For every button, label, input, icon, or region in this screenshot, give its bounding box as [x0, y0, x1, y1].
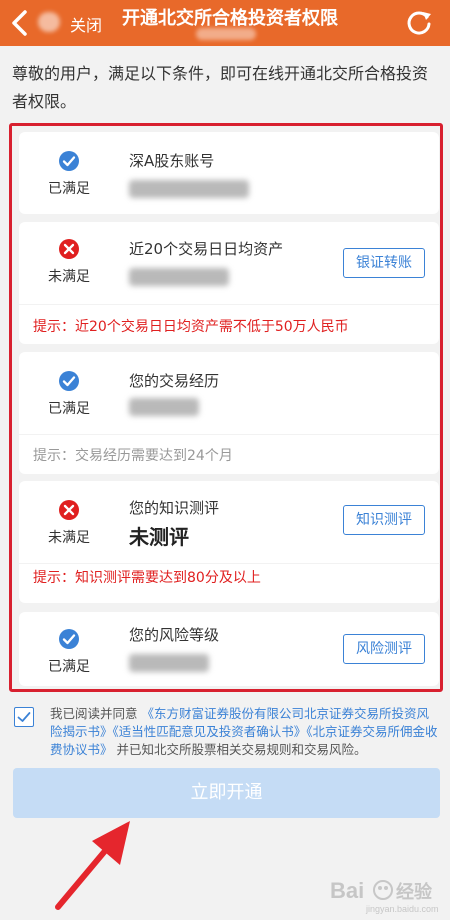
- svg-text:jingyan.baidu.com: jingyan.baidu.com: [365, 904, 439, 914]
- condition-card-assets: 未满足 近20个交易日日均资产 银证转账 提示：近20个交易日日均资产需不低于5…: [19, 222, 439, 344]
- open-now-button[interactable]: 立即开通: [13, 768, 440, 818]
- bank-transfer-button[interactable]: 银证转账: [343, 248, 425, 278]
- cross-circle-icon: [59, 500, 79, 520]
- condition-hint: 提示：近20个交易日日均资产需不低于50万人民币: [33, 319, 349, 335]
- agreement-suffix: 并已知北交所股票相关交易规则和交易风险。: [116, 742, 367, 757]
- app-header: 关闭 开通北交所合格投资者权限: [0, 0, 450, 46]
- svg-text:Bai: Bai: [330, 878, 364, 903]
- blurred-value: [129, 180, 249, 198]
- agreement-checkbox[interactable]: [14, 707, 34, 727]
- condition-title: 您的交易经历: [129, 372, 220, 390]
- refresh-icon[interactable]: [404, 8, 434, 38]
- divider: [19, 304, 439, 305]
- check-circle-icon: [59, 629, 79, 649]
- risk-test-button[interactable]: 风险测评: [343, 634, 425, 664]
- condition-card-knowledge: 未满足 您的知识测评 未测评 知识测评 提示：知识测评需要达到80分及以上: [19, 481, 439, 603]
- blurred-value: [129, 654, 209, 672]
- condition-card-experience: 已满足 您的交易经历 提示：交易经历需要达到24个月: [19, 352, 439, 474]
- condition-title: 您的知识测评: [129, 499, 220, 517]
- status-label: 已满足: [48, 659, 90, 675]
- condition-card-risk: 已满足 您的风险等级 风险测评: [19, 612, 439, 686]
- close-button[interactable]: 关闭: [70, 12, 102, 36]
- condition-hint: 提示：知识测评需要达到80分及以上: [33, 570, 261, 586]
- condition-title: 您的风险等级: [129, 626, 220, 644]
- status-ok: 已满足: [27, 628, 111, 676]
- status-ok: 已满足: [27, 370, 111, 418]
- condition-hint: 提示：交易经历需要达到24个月: [33, 448, 233, 464]
- check-circle-icon: [59, 371, 79, 391]
- cross-circle-icon: [59, 239, 79, 259]
- svg-text:经验: 经验: [396, 881, 433, 903]
- condition-card-account: 已满足 深A股东账号: [19, 132, 439, 214]
- status-ok: 已满足: [27, 150, 111, 198]
- status-fail: 未满足: [27, 499, 111, 547]
- status-label: 已满足: [48, 401, 90, 417]
- checkmark-icon: [17, 712, 31, 722]
- condition-title: 近20个交易日日均资产: [129, 240, 284, 258]
- agreement-prefix: 我已阅读并同意: [50, 706, 138, 721]
- status-label: 未满足: [48, 530, 90, 546]
- blurred-avatar: [38, 12, 60, 32]
- page-title: 开通北交所合格投资者权限: [122, 8, 338, 29]
- divider: [19, 434, 439, 435]
- suitability-confirmation-link[interactable]: 《适当性匹配意见及投资者确认书》: [113, 724, 307, 739]
- blurred-value: [129, 268, 229, 286]
- check-circle-icon: [59, 151, 79, 171]
- agreement-text: 我已阅读并同意 《东方财富证券股份有限公司北京证券交易所投资风险揭示书》《适当性…: [50, 705, 440, 759]
- conditions-panel: 已满足 深A股东账号 未满足 近20个交易日日均资产 银证转账 提示：近20个交…: [9, 123, 443, 692]
- condition-value: 未测评: [129, 525, 189, 549]
- divider: [19, 563, 439, 564]
- status-label: 未满足: [48, 269, 90, 285]
- status-fail: 未满足: [27, 238, 111, 286]
- blurred-subtitle: [196, 28, 256, 40]
- annotation-arrow-icon: [55, 821, 130, 910]
- knowledge-test-button[interactable]: 知识测评: [343, 505, 425, 535]
- condition-title: 深A股东账号: [129, 152, 215, 170]
- status-label: 已满足: [48, 181, 90, 197]
- blurred-value: [129, 398, 199, 416]
- back-icon[interactable]: [8, 9, 32, 37]
- intro-text: 尊敬的用户，满足以下条件，即可在线开通北交所合格投资者权限。: [12, 64, 429, 111]
- baidu-jingyan-watermark-icon: Bai 经验 jingyan.baidu.com: [330, 878, 439, 914]
